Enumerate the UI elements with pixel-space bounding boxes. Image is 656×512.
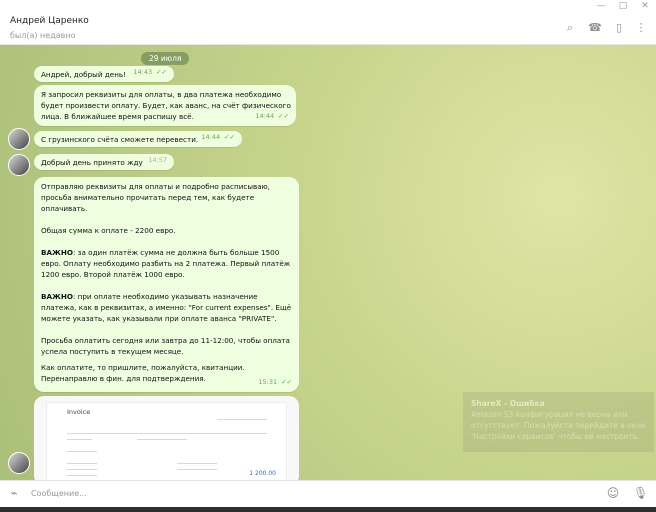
- message-time: 15:31 ✓✓: [258, 378, 292, 386]
- sidebar-icon[interactable]: ▯: [612, 21, 626, 35]
- message-time: 14:57: [148, 156, 167, 164]
- message-text: Добрый день принято жду: [41, 158, 143, 167]
- read-check-icon: ✓✓: [156, 68, 167, 76]
- notification-title: ShareX - Ошибка: [471, 399, 545, 408]
- invoice-line: [67, 469, 97, 470]
- invoice-line: [177, 463, 217, 464]
- message-text: С грузинского счёта сможете перевести.: [41, 135, 199, 144]
- message-text: Как оплатите, то пришлите, пожалуйста, к…: [41, 363, 245, 383]
- invoice-line: [217, 419, 267, 420]
- maximize-button[interactable]: □: [612, 0, 634, 12]
- taskbar: [0, 507, 656, 512]
- emoji-icon[interactable]: ☺: [606, 486, 620, 500]
- date-chip: 29 июля: [141, 52, 190, 65]
- more-icon[interactable]: ⋮: [634, 21, 648, 35]
- message-text: Андрей, добрый день!: [41, 70, 127, 79]
- invoice-preview: Invoice 1 200.00: [46, 402, 287, 480]
- search-icon[interactable]: ⌕: [563, 21, 577, 35]
- message-bubble[interactable]: Отправляю реквизиты для оплаты и подробн…: [34, 177, 299, 392]
- invoice-line: [137, 439, 187, 440]
- read-check-icon: ✓✓: [281, 378, 292, 386]
- avatar[interactable]: [8, 128, 30, 150]
- message-time: 14:44 ✓✓: [255, 112, 289, 120]
- message-text: Общая сумма к оплате - 2200 евро.: [41, 226, 176, 235]
- read-check-icon: ✓✓: [224, 133, 235, 141]
- phone-icon[interactable]: ☎: [588, 21, 602, 35]
- contact-name[interactable]: Андрей Царенко: [10, 16, 89, 26]
- minimize-button[interactable]: —: [590, 0, 612, 12]
- message-text: Я запросил реквизиты для оплаты, в два п…: [41, 90, 291, 121]
- notification-text: Amazon S3 конфигурация не верна или отсу…: [471, 410, 646, 441]
- message-time: 14:44 ✓✓: [201, 133, 235, 141]
- invoice-line: [177, 469, 217, 470]
- message-bubble[interactable]: Андрей, добрый день! 14:43 ✓✓: [34, 66, 174, 82]
- message-bubble[interactable]: Я запросил реквизиты для оплаты, в два п…: [34, 85, 296, 126]
- message-input-bar: ⌁ Сообщение... ☺ 🎙: [0, 480, 656, 508]
- message-text: ВАЖНО: за один платёж сумма не должна бы…: [41, 248, 291, 279]
- invoice-line: [67, 439, 92, 440]
- invoice-line: [67, 463, 97, 464]
- message-text: Отправляю реквизиты для оплаты и подробн…: [41, 182, 270, 213]
- invoice-attachment[interactable]: Invoice 1 200.00: [34, 396, 299, 480]
- message-text: ВАЖНО: при оплате необходимо указывать н…: [41, 292, 292, 323]
- invoice-line: [67, 451, 97, 452]
- avatar[interactable]: [8, 452, 30, 474]
- message-time: 14:43 ✓✓: [133, 68, 167, 76]
- read-check-icon: ✓✓: [278, 112, 289, 120]
- message-bubble[interactable]: Добрый день принято жду 14:57: [34, 154, 174, 170]
- invoice-title: Invoice: [67, 408, 91, 416]
- message-text: Просьба оплатить сегодня или завтра до 1…: [41, 336, 290, 356]
- avatar[interactable]: [8, 154, 30, 176]
- invoice-line: [67, 475, 97, 476]
- sharex-error-notification[interactable]: ShareX - Ошибка Amazon S3 конфигурация н…: [463, 392, 654, 452]
- invoice-line: [67, 433, 267, 434]
- close-button[interactable]: ✕: [634, 0, 656, 12]
- attach-icon[interactable]: ⌁: [7, 486, 21, 500]
- invoice-total: 1 200.00: [249, 470, 276, 477]
- contact-status: был(а) недавно: [10, 31, 76, 40]
- chat-header: Андрей Царенко был(а) недавно ⌕ ☎ ▯ ⋮: [0, 12, 656, 45]
- window-bar: — □ ✕: [0, 0, 656, 12]
- message-bubble[interactable]: С грузинского счёта сможете перевести. 1…: [34, 131, 242, 147]
- message-input[interactable]: Сообщение...: [31, 489, 87, 498]
- microphone-icon[interactable]: 🎙: [633, 486, 648, 500]
